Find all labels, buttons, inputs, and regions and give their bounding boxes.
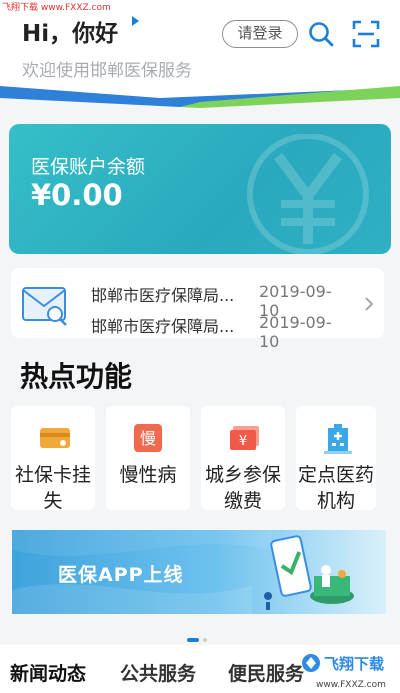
chronic-icon: 慢 (134, 424, 162, 452)
header-stripe-decoration (0, 86, 400, 112)
feature-label: 城乡参保缴费 (204, 464, 281, 510)
mail-notice-icon (21, 282, 71, 330)
notice-title: 邯郸市医疗保障局... (91, 286, 235, 305)
promo-banner[interactable]: 医保APP上线 (12, 530, 386, 614)
svg-text:¥: ¥ (239, 434, 247, 449)
greeting-arrow-icon[interactable] (132, 16, 139, 26)
pager-dot (203, 638, 207, 642)
phone-illustration-icon (264, 535, 354, 610)
banner-pager (187, 627, 207, 646)
notice-card[interactable]: 邯郸市医疗保障局... 2019-09-10 邯郸市医疗保障局... 2019-… (11, 268, 384, 351)
search-icon[interactable] (307, 20, 335, 48)
watermark-logo: 飞翔下载 (300, 650, 396, 684)
balance-card[interactable]: 医保账户余额 ¥0.00 (9, 124, 391, 254)
promo-text: 医保APP上线 (58, 564, 184, 586)
hot-features-title: 热点功能 (20, 360, 133, 393)
pager-dot-active (187, 638, 199, 642)
chevron-right-icon[interactable] (364, 296, 374, 316)
yen-watermark-icon (247, 134, 369, 254)
welcome-subtitle: 欢迎使用邯郸医保服务 (22, 61, 192, 81)
header: Hi，你好 欢迎使用邯郸医保服务 请登录 (0, 0, 400, 112)
watermark-url: www.FXXZ.com (316, 680, 386, 690)
tab-convenience-services[interactable]: 便民服务 (228, 659, 304, 686)
hospital-icon (324, 424, 352, 454)
svg-text:慢: 慢 (140, 429, 156, 448)
feature-designated-institutions[interactable]: 定点医药机构 (296, 406, 376, 510)
scan-icon[interactable] (352, 20, 380, 48)
tab-news[interactable]: 新闻动态 (10, 659, 86, 686)
watermark-logo-text: 飞翔下载 (324, 655, 384, 673)
tab-public-services[interactable]: 公共服务 (120, 659, 196, 686)
feature-insurance-payment[interactable]: ¥ 城乡参保缴费 (201, 406, 285, 510)
greeting-title: Hi，你好 (22, 21, 119, 47)
balance-amount: ¥0.00 (31, 178, 123, 212)
watermark-top-text: 飞翔下载 www.FXXZ.com (2, 3, 111, 13)
yen-bill-icon: ¥ (229, 424, 259, 452)
feature-label: 社保卡挂失 (14, 464, 91, 510)
login-button[interactable]: 请登录 (222, 20, 298, 48)
feature-social-card-loss[interactable]: 社保卡挂失 (11, 406, 95, 510)
feature-label: 慢性病 (119, 464, 177, 486)
feature-chronic-disease[interactable]: 慢 慢性病 (106, 406, 190, 510)
notice-date: 2019-09-10 (259, 313, 332, 351)
feature-label: 定点医药机构 (297, 464, 374, 510)
notice-title: 邯郸市医疗保障局... (91, 317, 235, 336)
card-icon (39, 424, 70, 452)
balance-title: 医保账户余额 (31, 156, 146, 178)
